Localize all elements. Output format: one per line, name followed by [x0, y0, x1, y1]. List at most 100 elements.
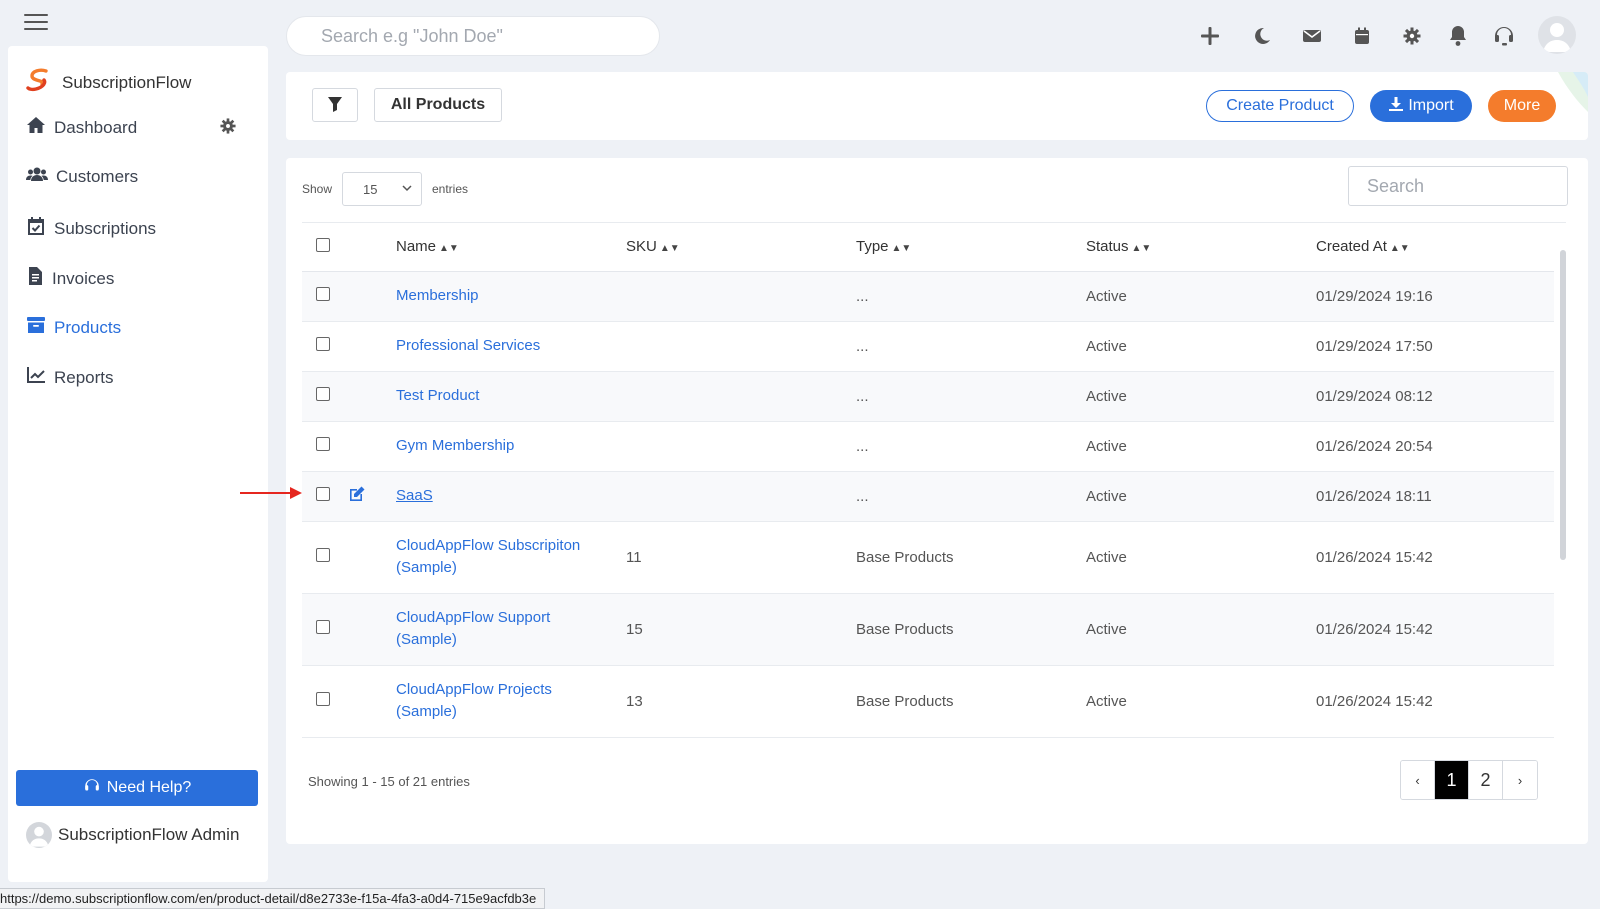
bell-icon[interactable]	[1440, 18, 1476, 54]
sidebar-item-products[interactable]: Products	[26, 316, 121, 339]
table-header-row: Name ▲▼ SKU ▲▼ Type ▲▼ Status ▲▼ Created At ▲…	[302, 223, 1554, 272]
entries-per-page-select[interactable]: 15	[342, 172, 422, 206]
create-product-button[interactable]: Create Product	[1206, 90, 1354, 122]
sort-icon: ▲▼	[891, 243, 912, 255]
product-name-link[interactable]: CloudAppFlow Subscripiton (Sample)	[396, 537, 580, 576]
row-checkbox[interactable]	[316, 337, 330, 351]
calendar-check-icon	[26, 216, 46, 241]
chevron-down-icon	[401, 182, 413, 197]
sidebar-item-subscriptions[interactable]: Subscriptions	[26, 216, 156, 241]
row-checkbox[interactable]	[316, 437, 330, 451]
headset-icon	[83, 777, 101, 800]
row-checkbox[interactable]	[316, 287, 330, 301]
type-cell: ...	[856, 421, 1086, 472]
calendar-icon[interactable]	[1344, 18, 1380, 54]
table-scroll-area: Name ▲▼ SKU ▲▼ Type ▲▼ Status ▲▼ Created At ▲…	[302, 222, 1566, 756]
sidebar-item-reports[interactable]: Reports	[26, 366, 114, 389]
status-cell: Active	[1086, 521, 1316, 594]
import-button[interactable]: Import	[1370, 90, 1472, 122]
status-cell: Active	[1086, 593, 1316, 666]
column-header-status[interactable]: Status ▲▼	[1086, 223, 1316, 272]
table-search-input[interactable]	[1348, 166, 1568, 206]
column-header-name[interactable]: Name ▲▼	[396, 223, 626, 272]
product-name-link[interactable]: Gym Membership	[396, 437, 514, 454]
global-search-input[interactable]	[286, 16, 660, 56]
all-products-view-button[interactable]: All Products	[374, 88, 502, 122]
row-checkbox[interactable]	[316, 387, 330, 401]
plus-icon[interactable]	[1192, 18, 1228, 54]
gear-icon[interactable]	[1394, 18, 1430, 54]
row-checkbox[interactable]	[316, 620, 330, 634]
admin-profile[interactable]: SubscriptionFlow Admin	[26, 822, 239, 848]
products-toolbar: All Products Create Product Import More	[286, 72, 1588, 140]
table-row[interactable]: Test Product ... Active 01/29/2024 08:12	[302, 371, 1554, 422]
type-cell: ...	[856, 471, 1086, 522]
sidebar-item-label: Products	[54, 317, 122, 337]
pagination-next-button[interactable]: ›	[1503, 761, 1537, 799]
pagination-page-2[interactable]: 2	[1469, 761, 1503, 799]
home-icon	[26, 116, 46, 139]
column-header-type[interactable]: Type ▲▼	[856, 223, 1086, 272]
type-cell: Base Products	[856, 665, 1086, 738]
column-header-created-at[interactable]: Created At ▲▼	[1316, 223, 1554, 272]
dashboard-settings-gear-icon[interactable]	[220, 118, 236, 139]
sort-icon: ▲▼	[1131, 243, 1152, 255]
sidebar-item-customers[interactable]: Customers	[26, 166, 138, 187]
status-cell: Active	[1086, 421, 1316, 472]
sort-icon: ▲▼	[659, 243, 680, 255]
headset-icon[interactable]	[1486, 18, 1522, 54]
mail-icon[interactable]	[1294, 18, 1330, 54]
product-name-link[interactable]: Test Product	[396, 387, 479, 404]
product-name-link[interactable]: Professional Services	[396, 337, 540, 354]
row-checkbox[interactable]	[316, 548, 330, 562]
pagination-prev-button[interactable]: ‹	[1401, 761, 1435, 799]
brand[interactable]: SubscriptionFlow	[26, 68, 191, 97]
product-name-link[interactable]: Membership	[396, 287, 479, 304]
need-help-button[interactable]: Need Help?	[16, 770, 258, 806]
product-name-link[interactable]: SaaS	[396, 487, 433, 504]
sidebar: SubscriptionFlow Dashboard Customers Sub…	[8, 46, 268, 882]
table-row[interactable]: Gym Membership ... Active 01/26/2024 20:…	[302, 421, 1554, 472]
filter-button[interactable]	[312, 88, 358, 122]
brand-name: SubscriptionFlow	[62, 72, 192, 92]
table-row-hovered[interactable]: SaaS ... Active 01/26/2024 18:11	[302, 471, 1554, 522]
sidebar-item-label: Customers	[56, 166, 139, 186]
product-name-link[interactable]: CloudAppFlow Projects (Sample)	[396, 681, 552, 720]
sidebar-item-dashboard[interactable]: Dashboard	[26, 116, 137, 139]
table-row[interactable]: CloudAppFlow Projects (Sample) 13 Base P…	[302, 665, 1554, 738]
column-header-sku[interactable]: SKU ▲▼	[626, 223, 856, 272]
product-name-link[interactable]: CloudAppFlow Support (Sample)	[396, 609, 550, 648]
created-at-cell: 01/26/2024 15:42	[1316, 521, 1554, 594]
status-cell: Active	[1086, 665, 1316, 738]
hamburger-menu-icon[interactable]	[24, 14, 48, 32]
pagination-page-1[interactable]: 1	[1435, 761, 1469, 799]
sidebar-item-invoices[interactable]: Invoices	[26, 266, 114, 291]
sort-icon: ▲▼	[439, 243, 459, 255]
created-at-cell: 01/26/2024 20:54	[1316, 421, 1554, 472]
table-row[interactable]: Membership ... Active 01/29/2024 19:16	[302, 271, 1554, 322]
edit-icon[interactable]	[348, 486, 366, 507]
archive-icon	[26, 316, 46, 339]
showing-entries-text: Showing 1 - 15 of 21 entries	[308, 774, 470, 789]
user-avatar-icon[interactable]	[1538, 16, 1576, 54]
created-at-cell: 01/26/2024 15:42	[1316, 593, 1554, 666]
sku-cell	[626, 271, 856, 322]
entries-label: entries	[432, 182, 469, 196]
annotation-arrow-icon	[240, 486, 304, 505]
table-row[interactable]: Professional Services ... Active 01/29/2…	[302, 321, 1554, 372]
sku-cell	[626, 371, 856, 422]
select-all-checkbox[interactable]	[316, 237, 330, 252]
moon-icon[interactable]	[1244, 18, 1280, 54]
sku-cell	[626, 471, 856, 522]
created-at-cell: 01/29/2024 19:16	[1316, 271, 1554, 322]
sku-cell: 15	[626, 593, 856, 666]
row-checkbox[interactable]	[316, 487, 330, 501]
table-row[interactable]: CloudAppFlow Subscripiton (Sample) 11 Ba…	[302, 521, 1554, 594]
sidebar-item-label: Reports	[54, 367, 114, 387]
products-table: Name ▲▼ SKU ▲▼ Type ▲▼ Status ▲▼ Created At ▲…	[302, 223, 1554, 738]
status-cell: Active	[1086, 321, 1316, 372]
row-checkbox[interactable]	[316, 692, 330, 706]
table-row[interactable]: CloudAppFlow Support (Sample) 15 Base Pr…	[302, 593, 1554, 666]
type-cell: ...	[856, 271, 1086, 322]
table-scrollbar[interactable]	[1560, 250, 1566, 560]
